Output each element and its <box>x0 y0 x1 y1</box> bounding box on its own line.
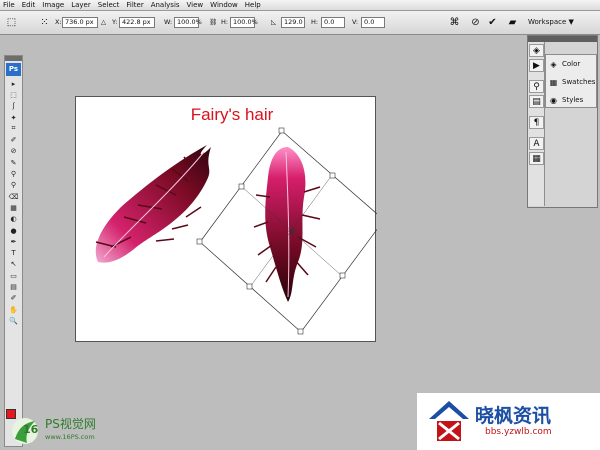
transform-tool-icon[interactable]: ⬚ <box>5 16 18 29</box>
vskew-label: V: <box>352 18 359 26</box>
magic-wand-tool-icon[interactable]: ✦ <box>5 112 22 123</box>
hskew-field[interactable]: 0.0 <box>321 17 345 28</box>
h-field[interactable]: 100.0% <box>230 17 258 28</box>
brush-tool-icon[interactable]: ✎ <box>5 157 22 168</box>
dodge-tool-icon[interactable]: ● <box>5 225 22 236</box>
menu-edit[interactable]: Edit <box>22 0 36 11</box>
menu-select[interactable]: Select <box>98 0 120 11</box>
move-tool-icon[interactable]: ▸ <box>5 78 22 89</box>
menu-bar: File Edit Image Layer Select Filter Anal… <box>0 0 600 11</box>
panel-item-swatches[interactable]: ▦ Swatches <box>546 73 596 91</box>
panel-item-styles[interactable]: ◉ Styles <box>546 91 596 109</box>
hskew-label: H: <box>311 18 319 26</box>
menu-help[interactable]: Help <box>245 0 261 11</box>
x-label: X: <box>55 18 62 26</box>
hand-tool-icon[interactable]: ✋ <box>5 304 22 315</box>
transform-handle[interactable] <box>238 183 245 190</box>
menu-layer[interactable]: Layer <box>71 0 91 11</box>
clone-source-panel-icon[interactable]: ▤ <box>529 95 544 108</box>
history-brush-tool-icon[interactable]: ⚲ <box>5 180 22 191</box>
workspace-button[interactable]: Workspace ▼ <box>528 17 574 28</box>
character-panel-icon[interactable]: A <box>529 137 544 150</box>
type-tool-icon[interactable]: T <box>5 247 22 258</box>
color-icon: ◈ <box>550 59 557 69</box>
gradient-tool-icon[interactable]: ▦ <box>5 202 22 213</box>
h-label: H: <box>221 18 229 26</box>
commit-transform-icon[interactable]: ✔ <box>486 16 499 29</box>
notes-tool-icon[interactable]: ▤ <box>5 281 22 292</box>
rotate-icon: ◺ <box>271 18 276 26</box>
warp-icon[interactable]: ⌘ <box>448 16 461 29</box>
eraser-tool-icon[interactable]: ⌫ <box>5 191 22 202</box>
menu-image[interactable]: Image <box>42 0 64 11</box>
canvas-title-text: Fairy's hair <box>190 105 274 124</box>
menu-window[interactable]: Window <box>210 0 238 11</box>
16ps-url: www.16PS.com <box>45 433 95 441</box>
color-panel-group: ◈ Color ▦ Swatches ◉ Styles <box>545 54 597 108</box>
menu-view[interactable]: View <box>187 0 204 11</box>
panel-item-color[interactable]: ◈ Color <box>546 55 596 73</box>
house-logo-icon <box>429 401 469 441</box>
cancel-transform-icon[interactable]: ⊘ <box>469 16 482 29</box>
canvas-artwork <box>95 127 377 335</box>
angle-field[interactable]: 129.0 <box>281 17 305 28</box>
panel-label: Styles <box>562 96 584 104</box>
delta-icon: △ <box>101 18 106 26</box>
shape-tool-icon[interactable]: ▭ <box>5 270 22 281</box>
left-feather <box>95 145 211 263</box>
document-canvas[interactable]: Fairy's hair <box>75 96 377 342</box>
tools-panel: Ps ▸ ⬚ ʃ ✦ ⌗ ✐ ⊘ ✎ ⚲ ⚲ ⌫ ▦ ◐ ● ✒ T ↖ ▭ ▤… <box>4 55 23 447</box>
transform-handle[interactable] <box>297 328 304 335</box>
lasso-tool-icon[interactable]: ʃ <box>5 101 22 112</box>
vskew-field[interactable]: 0.0 <box>361 17 385 28</box>
y-field[interactable]: 422.8 px <box>119 17 155 28</box>
y-label: Y: <box>112 18 118 26</box>
path-selection-tool-icon[interactable]: ↖ <box>5 259 22 270</box>
tools-panel-header[interactable] <box>5 56 22 61</box>
panel-label: Swatches <box>562 78 596 86</box>
eyedropper-3d-tool-icon[interactable]: ✐ <box>5 293 22 304</box>
clone-stamp-tool-icon[interactable]: ⚲ <box>5 168 22 179</box>
swatches-panel-icon[interactable]: ▶ <box>529 59 544 72</box>
info-panel-icon[interactable]: ▦ <box>529 152 544 165</box>
panel-icon-strip: ◈ ▶ ⚲ ▤ ¶ A ▦ <box>528 42 545 206</box>
bridge-icon[interactable]: ▰ <box>506 16 519 29</box>
transform-handle[interactable] <box>278 127 285 134</box>
eyedropper-tool-icon[interactable]: ✐ <box>5 134 22 145</box>
yzwlb-url: bbs.yzwlb.com <box>485 427 552 437</box>
link-icon[interactable]: ⛓ <box>209 17 217 28</box>
menu-analysis[interactable]: Analysis <box>151 0 180 11</box>
reference-point-icon[interactable]: ⁙ <box>38 16 51 29</box>
transform-handle[interactable] <box>196 238 203 245</box>
ps-logo: Ps <box>6 63 21 76</box>
menu-filter[interactable]: Filter <box>126 0 143 11</box>
zoom-tool-icon[interactable]: 🔍 <box>5 315 22 326</box>
right-feather <box>253 147 321 302</box>
options-bar: ⬚ ⁙ X: 736.0 px △ Y: 422.8 px W: 100.0% … <box>0 11 600 35</box>
panel-label: Color <box>562 60 581 68</box>
paragraph-panel-icon[interactable]: ¶ <box>529 116 544 129</box>
16ps-site-name: PS视觉网 <box>45 417 96 431</box>
menu-file[interactable]: File <box>3 0 15 11</box>
transform-handle[interactable] <box>339 272 346 279</box>
healing-brush-tool-icon[interactable]: ⊘ <box>5 146 22 157</box>
pen-tool-icon[interactable]: ✒ <box>5 236 22 247</box>
blur-tool-icon[interactable]: ◐ <box>5 214 22 225</box>
watermark-yzwlb: 晓枫资讯 bbs.yzwlb.com <box>417 393 600 450</box>
watermark-16ps: 16 PS视觉网 www.16PS.com <box>11 413 116 447</box>
transform-handle[interactable] <box>329 172 336 179</box>
16ps-logo-text: 16 <box>23 423 39 436</box>
crop-tool-icon[interactable]: ⌗ <box>5 123 22 134</box>
yzwlb-title: 晓枫资讯 <box>475 405 552 427</box>
w-field[interactable]: 100.0% <box>174 17 202 28</box>
brushes-panel-icon[interactable]: ⚲ <box>529 80 544 93</box>
swatches-icon: ▦ <box>549 77 558 87</box>
color-panel-icon[interactable]: ◈ <box>529 44 544 57</box>
w-label: W: <box>164 18 173 26</box>
marquee-tool-icon[interactable]: ⬚ <box>5 89 22 100</box>
x-field[interactable]: 736.0 px <box>62 17 98 28</box>
transform-handle[interactable] <box>246 283 253 290</box>
styles-icon: ◉ <box>550 95 557 105</box>
